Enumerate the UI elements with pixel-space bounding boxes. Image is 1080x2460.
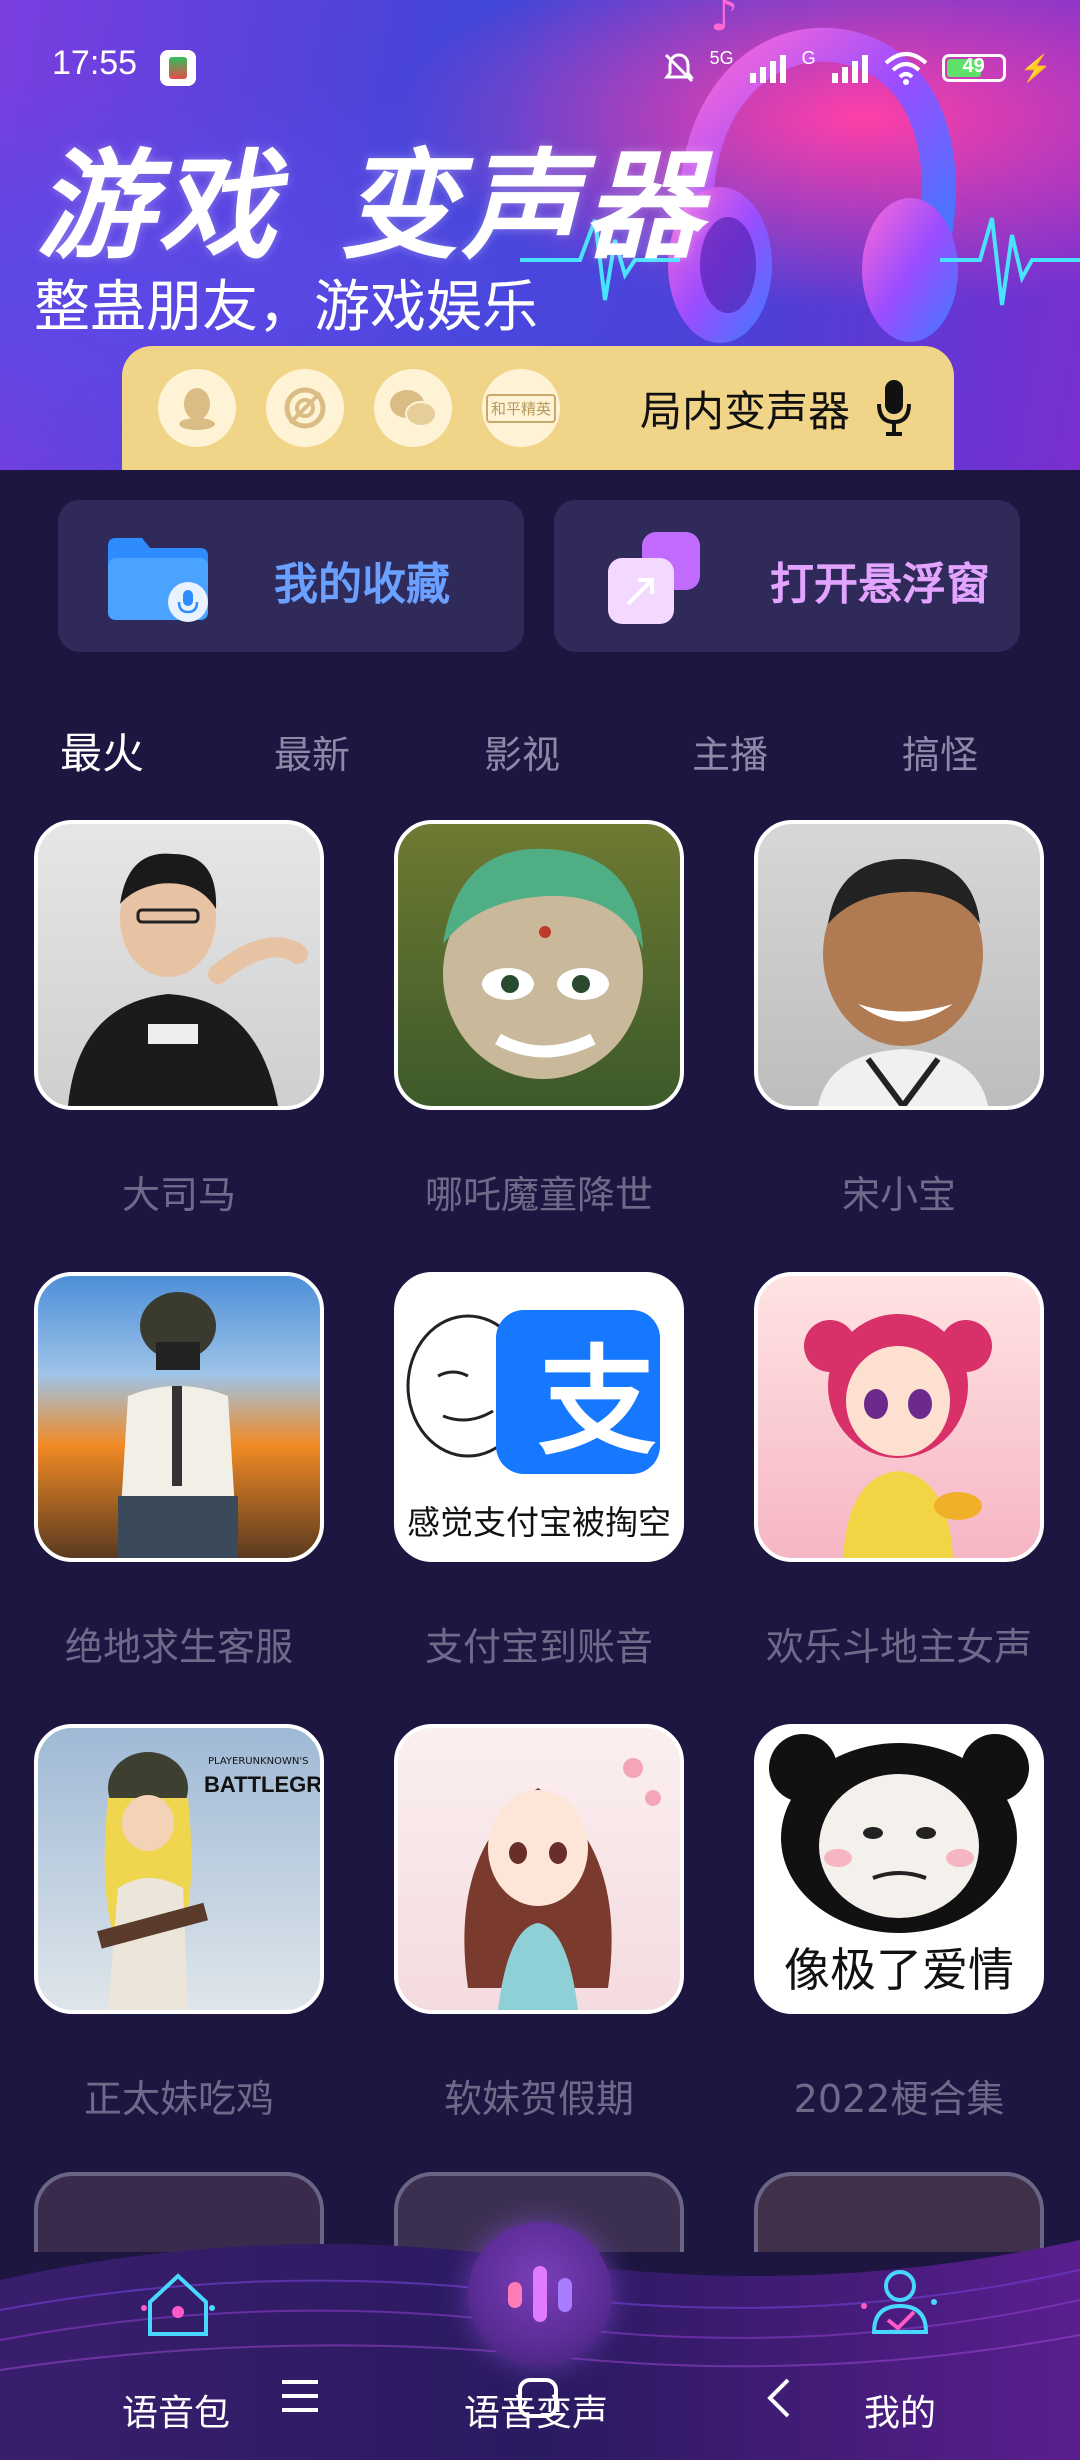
network-g-label: G [801,47,816,68]
status-bar: 17:55 5G G 49 ⚡ [0,40,1080,96]
voice-change-button[interactable] [468,2222,612,2366]
network-5g-label: 5G [709,47,734,68]
voice-pack-label: 软妹贺假期 [443,2077,634,2121]
voice-pack-label: 欢乐斗地主女声 [765,1625,1032,1669]
in-game-voice-changer-label: 局内变声器 [639,386,850,436]
panda-meme-text: 像极了爱情 [784,1943,1014,1997]
voice-pack-label: 2022梗合集 [793,2077,1005,2121]
home-square-icon[interactable] [516,2376,560,2420]
voice-pack-tile[interactable] [34,820,324,1110]
nezha-cartoon [443,848,643,1079]
alipay-meme-text: 感觉支付宝被掏空 [407,1503,671,1542]
voice-pack-label: 大司马 [121,1173,236,1217]
anime-girl-traditional [464,1758,661,2010]
voice-pack-tile[interactable] [394,1724,684,2014]
banner-title-part2: 变声器 [340,137,707,275]
category-tabs: 最火 最新 影视 主播 搞怪 [0,716,1080,786]
pubg-girl [97,1752,209,2010]
tab-streamer[interactable]: 主播 [692,724,768,779]
tab-funny[interactable]: 搞怪 [902,724,978,779]
voice-pack-tile[interactable]: 像极了爱情 [754,1724,1044,2014]
peace-elite-text: 和平精英 [485,393,556,423]
banner-subtitle: 整蛊朋友，游戏娱乐 [34,275,538,340]
qq-icon[interactable] [158,369,236,447]
float-window-label: 打开悬浮窗 [770,559,990,610]
pubg-small-title: PLAYERUNKNOWN'S [208,1756,309,1767]
app-notification-icon [160,50,196,86]
signal-icon [749,55,786,83]
voice-pack-tile[interactable]: PLAYERUNKNOWN'S BATTLEGROUNDS [34,1724,324,2014]
anime-girl [804,1314,992,1558]
float-window-card[interactable]: 打开悬浮窗 [554,500,1020,652]
status-time: 17:55 [52,44,138,82]
wechat-icon[interactable] [374,369,452,447]
banner-title-part1: 游戏 [36,137,281,275]
profile-icon[interactable] [858,2262,940,2340]
pubg-soldier [118,1292,238,1558]
sound-wave-right [940,217,1080,306]
header-banner: ♪ 17:55 5G G 49 ⚡ 游戏 变声器 整蛊朋友，游戏娱乐 和平精英 … [0,0,1080,470]
battery-percent: 49 [962,55,985,77]
peace-elite-icon[interactable]: 和平精英 [482,369,560,447]
back-icon[interactable] [762,2376,796,2420]
nav-mine-label[interactable]: 我的 [864,2384,936,2436]
voice-pack-tile[interactable] [394,820,684,1110]
favorites-card[interactable]: 我的收藏 [58,500,524,652]
battery-icon: 49 [941,54,1006,82]
game-icon[interactable] [266,369,344,447]
folder-voice-icon [108,538,208,622]
voice-pack-label: 宋小宝 [841,1173,956,1217]
wifi-icon [884,52,927,85]
tab-film[interactable]: 影视 [484,724,560,779]
voice-pack-tile[interactable] [754,820,1044,1110]
voice-pack-label: 绝地求生客服 [64,1625,293,1669]
voice-pack-tile[interactable]: 支 感觉支付宝被掏空 [394,1272,684,1562]
alipay-logo-char: 支 [538,1333,657,1471]
mute-bell-icon [663,53,694,83]
signal-icon-2 [831,55,868,83]
pubg-title: BATTLEGROUNDS [204,1772,323,1797]
audio-bars-icon [508,2266,572,2322]
microphone-icon [877,380,911,436]
voice-pack-label: 哪吒魔童降世 [424,1173,653,1217]
voice-pack-label: 支付宝到账音 [424,1625,653,1669]
favorites-label: 我的收藏 [274,559,450,610]
tab-newest[interactable]: 最新 [274,724,350,779]
float-window-icon [608,532,700,624]
person-photo [68,853,308,1106]
menu-icon[interactable] [280,2376,320,2416]
home-voice-pack-icon[interactable] [138,2268,218,2340]
in-game-voice-changer-bar[interactable]: 和平精英 局内变声器 [122,346,954,470]
voice-pack-label: 正太妹吃鸡 [83,2077,274,2121]
nav-voice-pack-label[interactable]: 语音包 [122,2384,230,2436]
banner-title: 游戏 变声器 [36,110,706,281]
tab-hottest[interactable]: 最火 [60,720,144,781]
voice-pack-tile[interactable] [34,1272,324,1562]
charging-icon: ⚡ [1019,52,1052,83]
person-photo [818,859,988,1106]
voice-pack-tile[interactable] [754,1272,1044,1562]
svg-text:♪: ♪ [710,0,738,41]
